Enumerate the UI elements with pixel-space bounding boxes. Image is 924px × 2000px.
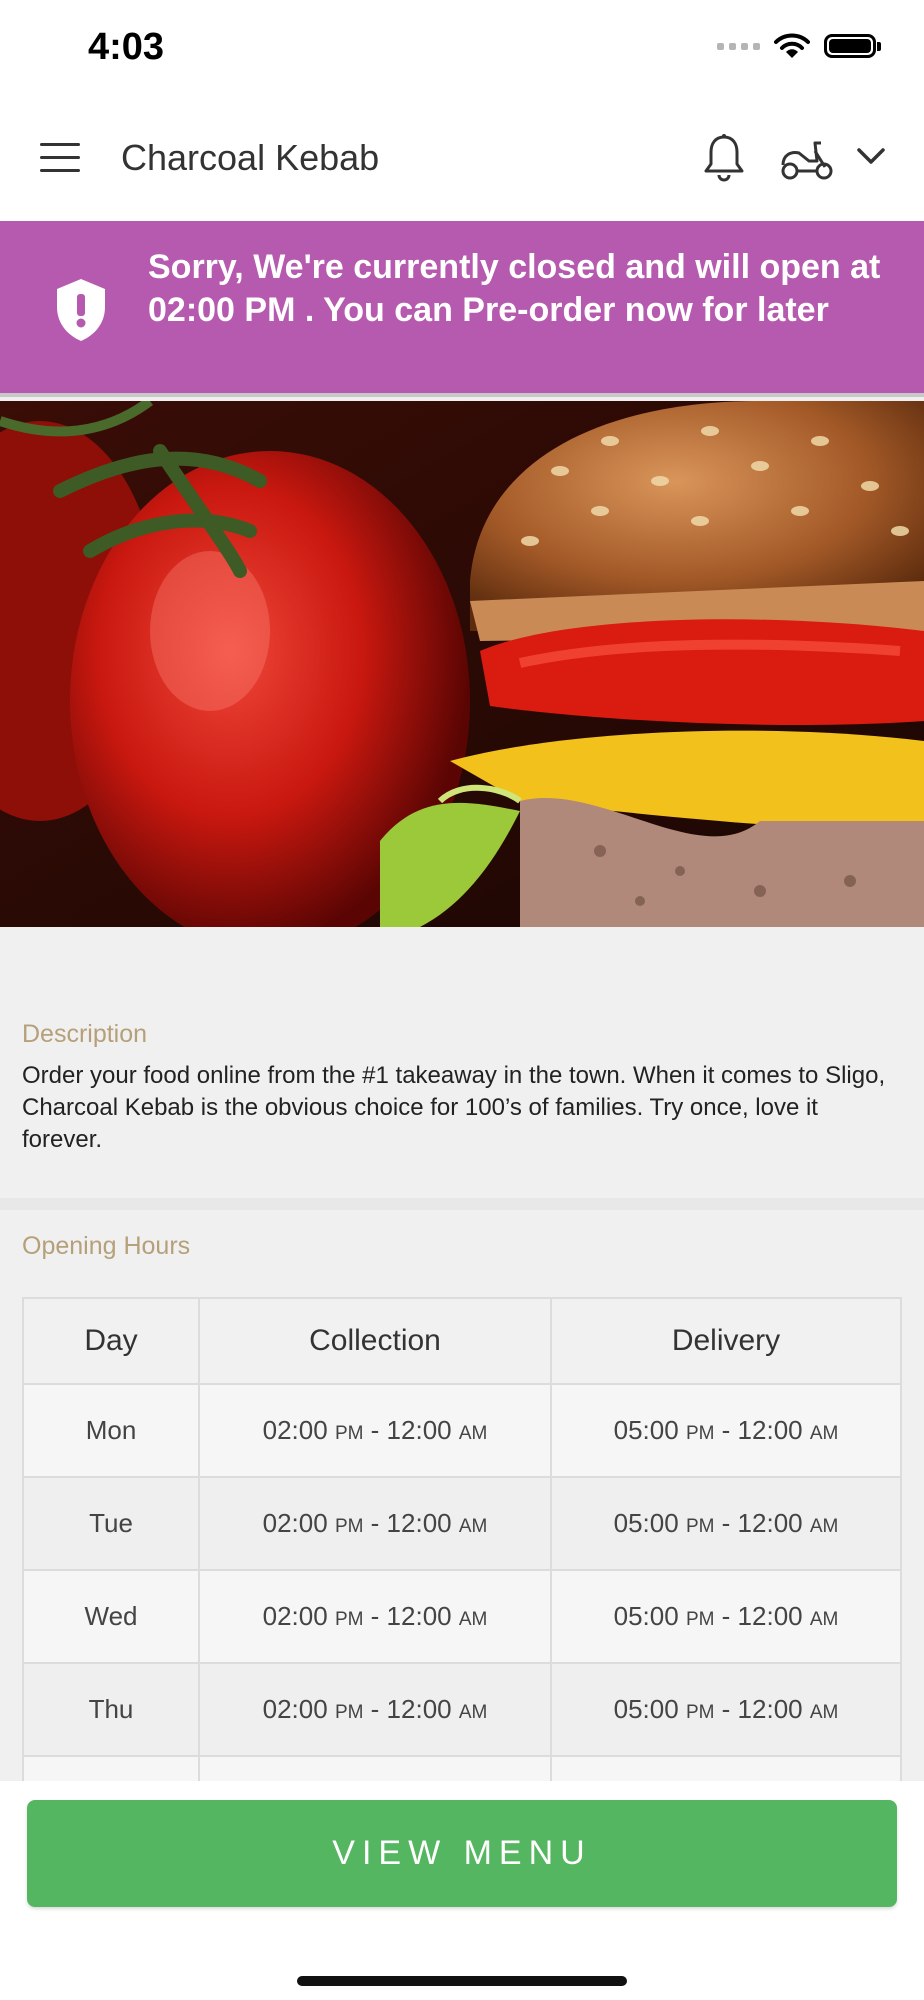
app-title: Charcoal Kebab	[121, 137, 380, 178]
status-icons	[717, 32, 881, 60]
hero-image	[0, 401, 924, 927]
delivery-cell: 05:00 PM - 12:00 AM	[550, 1476, 902, 1571]
hamburger-menu-icon[interactable]	[40, 143, 80, 173]
table-row: Thu 02:00 PM - 12:00 AM 05:00 PM - 12:00…	[22, 1662, 902, 1757]
shield-alert-icon	[57, 279, 105, 341]
table-row: Tue 02:00 PM - 12:00 AM 05:00 PM - 12:00…	[22, 1476, 902, 1571]
chevron-down-icon[interactable]	[856, 145, 886, 167]
view-menu-button[interactable]: VIEW MENU	[27, 1800, 897, 1907]
delivery-cell: 05:00 PM - 12:00 AM	[550, 1569, 902, 1664]
collection-cell: 02:00 PM - 12:00 AM	[198, 1662, 552, 1757]
app-header: Charcoal Kebab	[0, 97, 924, 221]
delivery-cell: 05:00 PM - 12:00 AM	[550, 1662, 902, 1757]
collection-cell: 02:00 PM - 12:00 AM	[198, 1476, 552, 1571]
opening-hours-label: Opening Hours	[22, 1232, 191, 1260]
collection-cell: 02:00 PM - 12:00 AM	[198, 1383, 552, 1478]
header-delivery: Delivery	[550, 1297, 902, 1385]
wifi-icon	[774, 33, 810, 58]
section-divider	[0, 1198, 924, 1210]
delivery-cell: 05:00 PM - 12:00 AM	[550, 1383, 902, 1478]
banner-message: Sorry, We're currently closed and will o…	[148, 248, 881, 329]
status-time: 4:03	[88, 26, 165, 68]
signal-icon	[717, 42, 760, 50]
day-cell: Wed	[22, 1569, 200, 1664]
day-cell: Tue	[22, 1476, 200, 1571]
table-row: Mon 02:00 PM - 12:00 AM 05:00 PM - 12:00…	[22, 1383, 902, 1478]
description-text: Order your food online from the #1 takea…	[22, 1062, 886, 1153]
header-collection: Collection	[198, 1297, 552, 1385]
day-cell: Mon	[22, 1383, 200, 1478]
table-row: Wed 02:00 PM - 12:00 AM 05:00 PM - 12:00…	[22, 1569, 902, 1664]
bottom-bar: VIEW MENU	[0, 1781, 924, 2000]
home-indicator	[297, 1976, 627, 1986]
day-cell: Thu	[22, 1662, 200, 1757]
bell-icon[interactable]	[703, 133, 745, 183]
scooter-icon[interactable]	[779, 137, 835, 181]
status-bar: 4:03	[0, 0, 924, 97]
opening-hours-table: Day Collection Delivery Mon 02:00 PM - 1…	[22, 1297, 902, 1850]
collection-cell: 02:00 PM - 12:00 AM	[198, 1569, 552, 1664]
battery-icon	[824, 34, 881, 58]
closed-banner: Sorry, We're currently closed and will o…	[0, 221, 924, 397]
header-day: Day	[22, 1297, 200, 1385]
description-label: Description	[22, 1020, 148, 1048]
